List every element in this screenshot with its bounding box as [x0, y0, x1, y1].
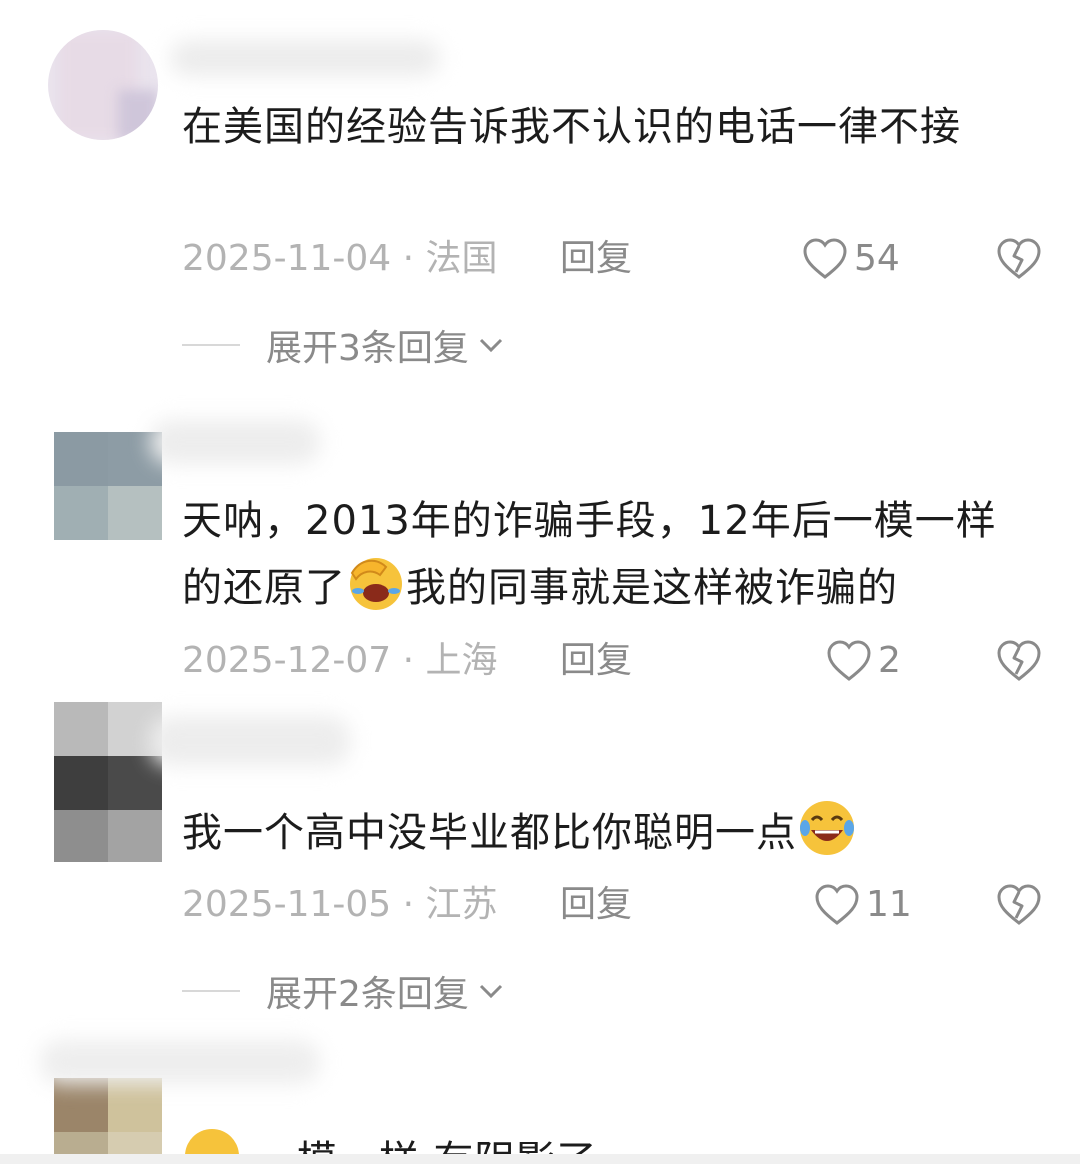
like-count: 2 [878, 640, 901, 681]
expand-replies-button[interactable]: 展开2条回复 [182, 966, 505, 1016]
reply-button[interactable]: 回复 [560, 636, 632, 686]
like-count: 54 [854, 238, 900, 279]
date-location: 2025-12-07 · 上海 [182, 640, 498, 681]
reply-button[interactable]: 回复 [560, 234, 632, 284]
comment-text: 我一个高中没毕业都比你聪明一点 [182, 798, 1022, 865]
chevron-down-icon [479, 984, 502, 999]
username-redacted [170, 40, 440, 76]
like-button[interactable]: 2 [826, 636, 901, 686]
date-location: 2025-11-04 · 法国 [182, 238, 498, 279]
bottom-divider [0, 1154, 1080, 1164]
laughing-tears-emoji-icon [800, 801, 854, 855]
broken-heart-icon[interactable] [996, 882, 1042, 928]
comment-body: 我一个高中没毕业都比你聪明一点 [182, 810, 797, 856]
broken-heart-icon[interactable] [996, 638, 1042, 684]
comment-text: 在美国的经验告诉我不认识的电话一律不接 [182, 96, 1022, 159]
avatar[interactable] [54, 702, 162, 862]
avatar[interactable] [48, 30, 158, 140]
comment-meta: 2025-11-05 · 江苏 回复 11 [182, 880, 1042, 930]
divider-line [182, 990, 240, 992]
chevron-down-icon [479, 338, 502, 353]
comment-body: 在美国的经验告诉我不认识的电话一律不接 [182, 104, 961, 150]
heart-icon [827, 640, 871, 681]
like-button[interactable]: 11 [814, 880, 912, 930]
facepalm-laughing-emoji-icon [350, 558, 402, 610]
comment-body-continued: 我的同事就是这样被诈骗的 [406, 565, 898, 611]
comment-meta: 2025-12-07 · 上海 回复 2 [182, 636, 1042, 686]
reply-button[interactable]: 回复 [560, 880, 632, 930]
expand-replies-label: 展开2条回复 [266, 974, 469, 1015]
username-redacted [150, 716, 350, 766]
username-redacted [150, 420, 320, 464]
avatar[interactable] [54, 432, 162, 540]
heart-icon [815, 884, 859, 925]
divider-line [182, 344, 240, 346]
date-location: 2025-11-05 · 江苏 [182, 884, 498, 925]
broken-heart-icon[interactable] [996, 236, 1042, 282]
avatar[interactable] [54, 1078, 162, 1158]
like-count: 11 [866, 884, 912, 925]
heart-icon [803, 238, 847, 279]
like-button[interactable]: 54 [802, 234, 900, 284]
comment-text: 天呐，2013年的诈骗手段，12年后一模一样的还原了 我的同事就是这样被诈骗的 [182, 490, 1022, 620]
username-redacted [40, 1040, 320, 1084]
expand-replies-label: 展开3条回复 [266, 328, 469, 369]
comment-meta: 2025-11-04 · 法国 回复 54 [182, 234, 1042, 284]
expand-replies-button[interactable]: 展开3条回复 [182, 320, 505, 370]
